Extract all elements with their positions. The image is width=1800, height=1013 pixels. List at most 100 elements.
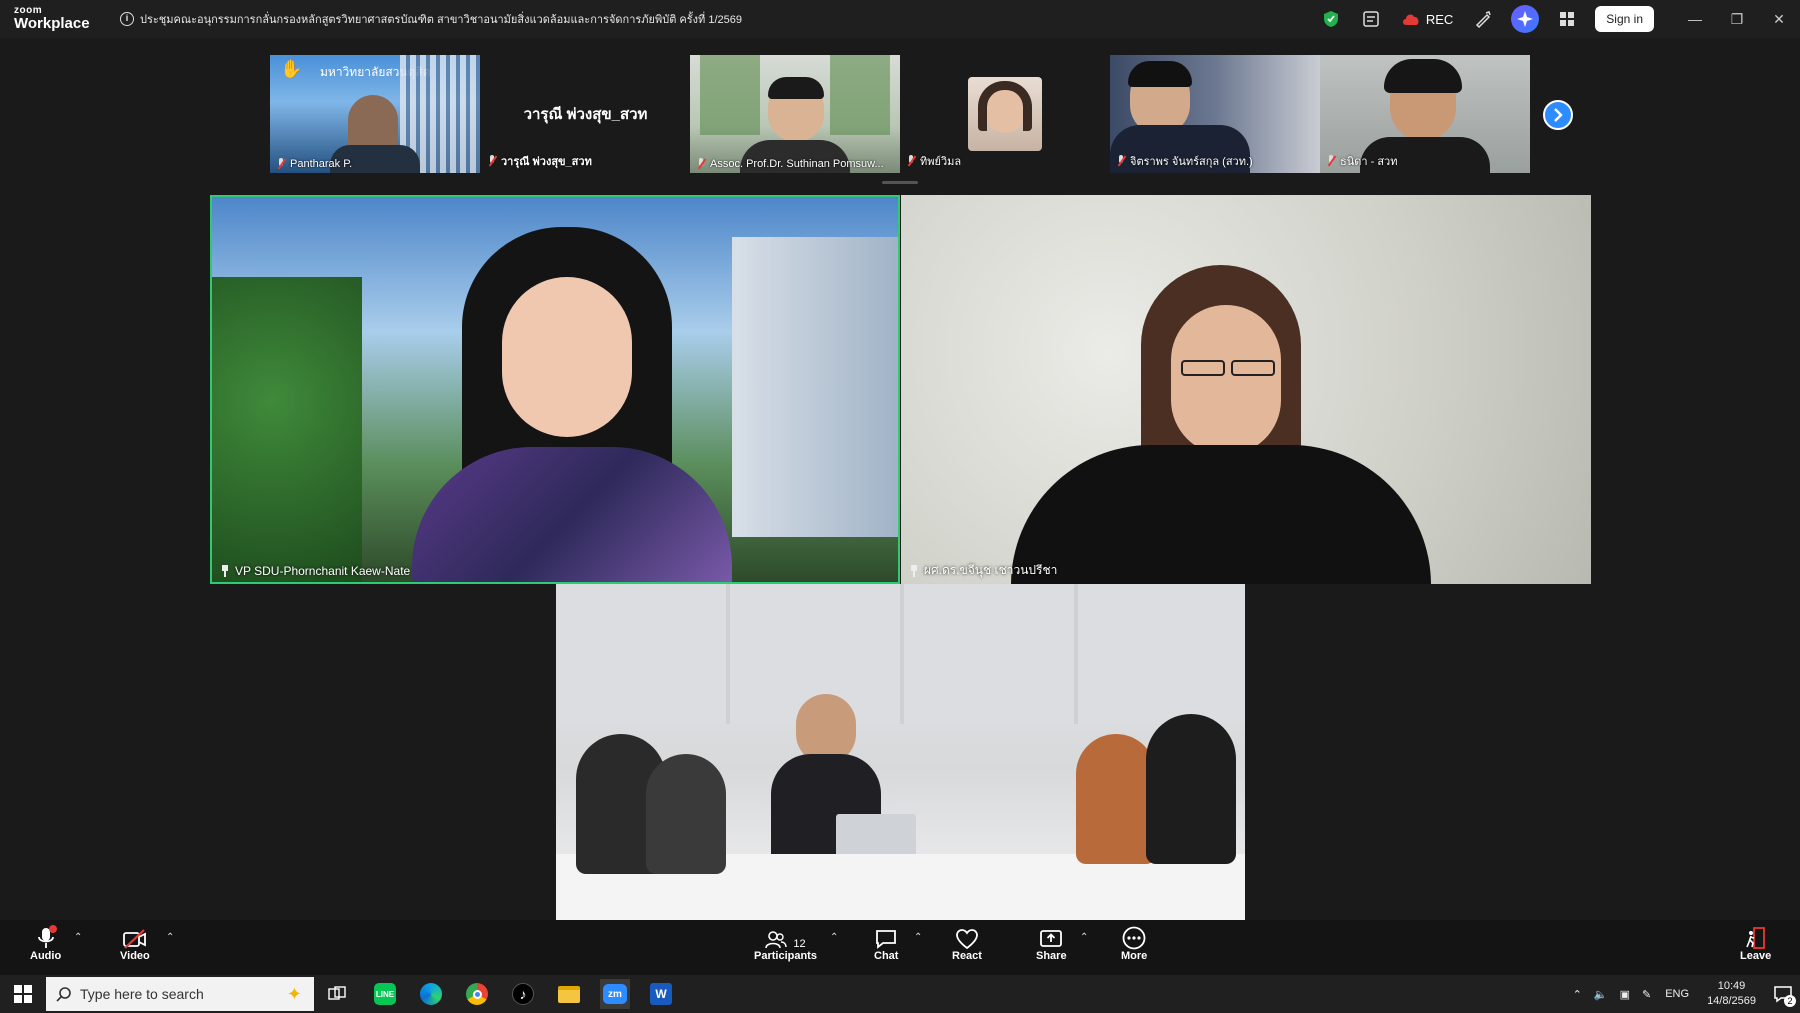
participant-name: ธนิดา - สวท (1340, 156, 1398, 168)
participant-name: จิตราพร จันทร์สกุล (สวท.) (1130, 156, 1253, 168)
system-tray: ⌃ 🔈 ▣ ✎ ENG 10:49 14/8/2569 2 (1567, 975, 1800, 1013)
cloud-record-icon (1402, 14, 1419, 25)
zoom-app-icon[interactable]: zm (600, 979, 630, 1009)
audio-button[interactable]: Audio (30, 924, 61, 962)
chevron-right-icon (1554, 108, 1563, 122)
word-app-icon[interactable]: W (646, 979, 676, 1009)
zoom-logo: zoom Workplace (14, 6, 90, 32)
taskbar-search-input[interactable]: Type here to search ✦ (46, 977, 314, 1011)
tiktok-app-icon[interactable]: ♪ (508, 979, 538, 1009)
participant-tile[interactable]: ทิพย์วิมล (900, 55, 1110, 173)
participants-count: 12 (793, 938, 806, 950)
laptop-shape (836, 814, 916, 859)
participant-name-tag: ทิพย์วิมล (906, 152, 961, 170)
search-icon (56, 987, 71, 1002)
participant-name-tag: ผศ.ดร.ขจีนุช เชาวนปรีชา (909, 561, 1057, 580)
video-options-caret[interactable]: ⌃ (166, 932, 174, 943)
meeting-toolbar: Audio ⌃ Video ⌃ 12 Participants ⌃ Chat ⌃… (0, 920, 1800, 975)
active-speaker-tile[interactable]: VP SDU-Phornchanit Kaew-Nate (210, 195, 900, 584)
more-label: More (1121, 950, 1148, 962)
participant-tile[interactable]: วารุณี พ่วงสุข_สวท วารุณี พ่วงสุข_สวท (481, 55, 690, 173)
chat-icon (876, 930, 897, 949)
mic-muted-icon (696, 158, 706, 170)
plant-shape (830, 55, 890, 135)
meeting-title: i ประชุมคณะอนุกรรมการกลั่นกรองหลักสูตรวิ… (120, 10, 742, 28)
person-body (1011, 445, 1431, 584)
annotate-icon[interactable] (1471, 7, 1495, 31)
participant-name: Assoc. Prof.Dr. Suthinan Pomsuw... (710, 158, 884, 170)
share-screen-icon (1040, 930, 1063, 947)
leave-button[interactable]: Leave (1740, 924, 1771, 962)
video-tile[interactable]: ผศ.ดร.ขจีนุช เชาวนปรีชา (901, 195, 1591, 584)
participants-options-caret[interactable]: ⌃ (830, 932, 838, 943)
chat-label: Chat (874, 950, 899, 962)
chat-button[interactable]: Chat (874, 924, 898, 962)
line-app-icon[interactable]: LINE (370, 979, 400, 1009)
info-icon[interactable]: i (120, 12, 134, 26)
participant-name-tag: Assoc. Prof.Dr. Suthinan Pomsuw... (696, 158, 884, 170)
person-shape (1146, 714, 1236, 864)
participant-tile[interactable]: จิตราพร จันทร์สกุล (สวท.) (1110, 55, 1320, 173)
pen-icon[interactable]: ✎ (1642, 988, 1651, 1001)
mic-muted-icon (1116, 155, 1126, 167)
task-view-icon[interactable] (322, 979, 352, 1009)
volume-icon[interactable]: 🔈 (1594, 988, 1608, 1001)
chat-options-caret[interactable]: ⌃ (914, 932, 922, 943)
plant-shape (700, 55, 760, 135)
react-button[interactable]: React (952, 924, 982, 962)
video-tile[interactable] (556, 584, 1245, 920)
clock-time: 10:49 (1717, 980, 1746, 992)
participant-name-tag: Pantharak P. (276, 158, 352, 170)
raised-hand-icon: ✋ (280, 59, 303, 79)
person-body (412, 447, 732, 582)
person-hair (1128, 61, 1192, 87)
person-hair (768, 77, 824, 99)
participant-tile[interactable]: ✋ มหาวิทยาลัยสวนดุสิต Pantharak P. (270, 55, 480, 173)
next-page-button[interactable] (1543, 100, 1573, 130)
person-shape (646, 754, 726, 874)
more-button[interactable]: More (1121, 924, 1147, 962)
language-indicator[interactable]: ENG (1665, 988, 1689, 1000)
building-shape (732, 237, 898, 537)
video-button[interactable]: Video (120, 924, 150, 962)
logo-workplace-text: Workplace (14, 15, 90, 32)
network-icon[interactable]: ▣ (1620, 988, 1630, 1001)
strip-resize-handle[interactable] (882, 181, 918, 184)
notes-icon[interactable] (1359, 7, 1383, 31)
recording-indicator[interactable]: REC (1401, 12, 1453, 27)
participants-label: Participants (754, 950, 817, 962)
mic-muted-icon (276, 158, 286, 170)
apps-icon[interactable] (1555, 7, 1579, 31)
person-hair (1384, 59, 1462, 93)
mic-muted-icon (1326, 155, 1336, 167)
share-options-caret[interactable]: ⌃ (1080, 932, 1088, 943)
taskbar-clock[interactable]: 10:49 14/8/2569 (1707, 979, 1756, 1009)
restore-icon[interactable]: ❐ (1716, 0, 1758, 38)
minimize-icon[interactable]: — (1674, 0, 1716, 38)
shield-icon[interactable] (1319, 7, 1343, 31)
share-button[interactable]: Share (1036, 924, 1067, 962)
share-label: Share (1036, 950, 1067, 962)
search-highlight-icon: ✦ (286, 983, 302, 1004)
sign-in-button[interactable]: Sign in (1595, 6, 1654, 32)
edge-browser-icon[interactable] (416, 979, 446, 1009)
notifications-button[interactable]: 2 (1766, 975, 1800, 1013)
audio-alert-dot (48, 925, 57, 933)
participant-tile[interactable]: ธนิดา - สวท (1320, 55, 1530, 173)
person-face (502, 277, 632, 437)
notification-count: 2 (1784, 995, 1796, 1007)
participant-name: VP SDU-Phornchanit Kaew-Nate (235, 564, 411, 578)
tray-overflow-icon[interactable]: ⌃ (1573, 988, 1582, 1001)
meeting-title-text: ประชุมคณะอนุกรรมการกลั่นกรองหลักสูตรวิทย… (140, 14, 742, 26)
title-bar: zoom Workplace i ประชุมคณะอนุกรรมการกลั่… (0, 0, 1800, 38)
chrome-browser-icon[interactable] (462, 979, 492, 1009)
windows-start-icon[interactable] (8, 979, 38, 1009)
ai-companion-icon[interactable] (1511, 5, 1540, 33)
participant-tile[interactable]: Assoc. Prof.Dr. Suthinan Pomsuw... (690, 55, 900, 173)
file-explorer-icon[interactable] (554, 979, 584, 1009)
participants-button[interactable]: 12 Participants (754, 924, 817, 962)
audio-options-caret[interactable]: ⌃ (74, 932, 82, 943)
close-icon[interactable]: ✕ (1758, 0, 1800, 38)
wall-panels (556, 584, 1245, 724)
participant-name-tag: VP SDU-Phornchanit Kaew-Nate (220, 564, 410, 578)
